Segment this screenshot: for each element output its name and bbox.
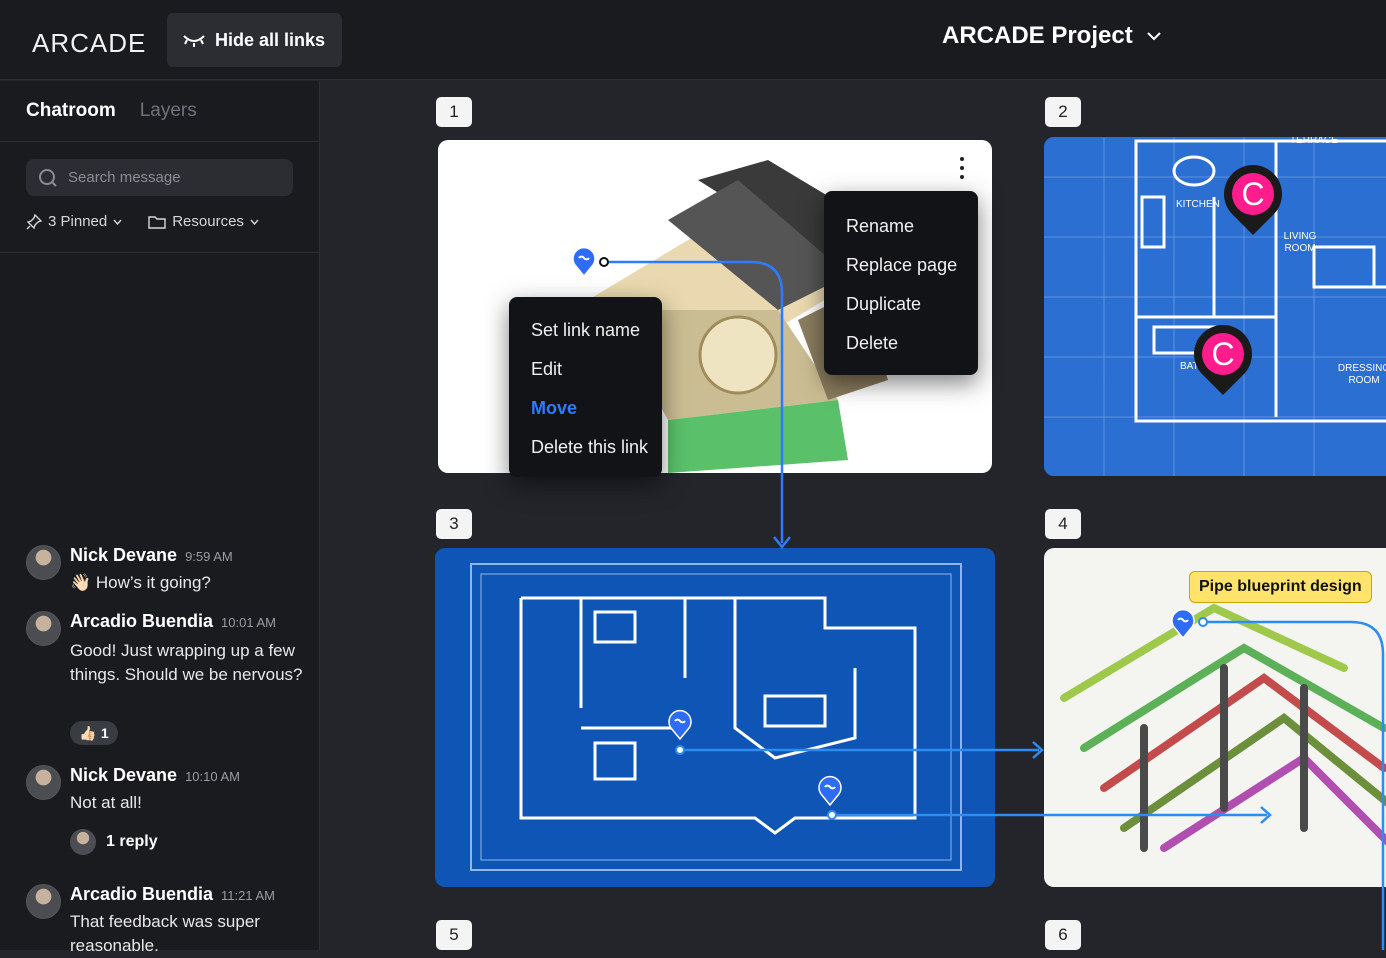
link-pin-icon[interactable] — [1170, 607, 1196, 639]
thumbs-up-icon: 👍🏻 — [79, 724, 97, 741]
message-author: Nick Devane — [70, 545, 178, 565]
divider — [0, 252, 320, 253]
project-title: ARCADE Project — [942, 22, 1133, 49]
folder-icon — [148, 215, 166, 229]
message-time: 11:21 AM — [221, 888, 275, 903]
sidebar: Chatroom Layers Search message 3 Pinned … — [0, 81, 320, 955]
app-logo: ARCADE — [32, 28, 147, 58]
reply-count: 1 reply — [106, 833, 158, 850]
message-text: 👋🏻 How’s it going? — [70, 573, 211, 592]
resources-filter[interactable]: Resources — [148, 213, 259, 230]
project-switcher[interactable]: ARCADE Project — [942, 22, 1161, 50]
message-time: 10:01 AM — [221, 615, 276, 630]
menu-item-rename[interactable]: Rename — [846, 207, 978, 246]
avatar — [70, 829, 96, 855]
search-icon — [39, 168, 57, 187]
avatar — [26, 765, 61, 800]
chat-filters: 3 Pinned Resources — [26, 213, 259, 230]
pages-canvas: 1 2 3 4 5 6 TERRACE KITCHEN LIVING ROOM … — [321, 81, 1386, 950]
link-context-menu: Set link name Edit Move Delete this link — [509, 297, 662, 477]
pinned-label: 3 Pinned — [48, 213, 108, 230]
resources-label: Resources — [172, 213, 244, 230]
menu-item-set-link-name[interactable]: Set link name — [531, 311, 662, 350]
chat-message[interactable]: Arcadio Buendia 10:01 AM Good! Just wrapp… — [26, 611, 306, 751]
chevron-down-icon — [1146, 31, 1161, 40]
message-time: 10:10 AM — [185, 769, 240, 784]
search-placeholder: Search message — [68, 169, 181, 186]
message-text: Good! Just wrapping up a few things. Sho… — [70, 641, 303, 684]
menu-item-duplicate[interactable]: Duplicate — [846, 285, 978, 324]
menu-item-edit[interactable]: Edit — [531, 350, 662, 389]
chat-message[interactable]: Nick Devane 9:59 AM 👋🏻 How’s it going? — [26, 545, 306, 605]
chevron-down-icon — [113, 219, 122, 225]
message-author: Nick Devane — [70, 765, 178, 785]
hide-links-label: Hide all links — [215, 29, 326, 50]
menu-item-move[interactable]: Move — [531, 389, 662, 428]
avatar — [26, 545, 61, 580]
link-pin-icon[interactable] — [667, 708, 693, 740]
message-time: 9:59 AM — [185, 549, 233, 564]
avatar — [26, 884, 61, 919]
message-text: Not at all! — [70, 793, 142, 812]
chat-message[interactable]: Arcadio Buendia 11:21 AM That feedback wa… — [26, 884, 306, 955]
menu-item-delete-link[interactable]: Delete this link — [531, 428, 662, 467]
reply-thread-link[interactable]: 1 reply — [70, 829, 158, 855]
link-name-label[interactable]: Pipe blueprint design — [1189, 571, 1372, 603]
top-bar: ARCADE Hide all links ARCADE Project — [0, 0, 1386, 80]
pin-icon — [26, 213, 42, 229]
pinned-filter[interactable]: 3 Pinned — [26, 213, 122, 230]
link-pin-icon[interactable] — [817, 774, 843, 806]
eye-closed-icon — [183, 35, 205, 47]
avatar — [26, 611, 61, 646]
tab-layers[interactable]: Layers — [140, 100, 197, 122]
sidebar-tabs: Chatroom Layers — [0, 81, 319, 142]
chevron-down-icon — [250, 219, 259, 225]
search-input[interactable]: Search message — [26, 159, 293, 196]
message-text: That feedback was super reasonable. — [70, 912, 260, 955]
reaction-badge[interactable]: 👍🏻 1 — [70, 721, 118, 745]
link-pin-icon[interactable] — [571, 245, 597, 277]
reaction-count: 1 — [100, 725, 109, 741]
menu-item-replace-page[interactable]: Replace page — [846, 246, 978, 285]
chat-message[interactable]: Nick Devane 10:10 AM Not at all! 1 reply — [26, 765, 306, 865]
message-author: Arcadio Buendia — [70, 611, 214, 631]
page-context-menu: Rename Replace page Duplicate Delete — [824, 191, 978, 375]
message-author: Arcadio Buendia — [70, 884, 214, 904]
tab-chatroom[interactable]: Chatroom — [26, 100, 116, 122]
menu-item-delete[interactable]: Delete — [846, 324, 978, 363]
hide-links-button[interactable]: Hide all links — [167, 13, 342, 67]
